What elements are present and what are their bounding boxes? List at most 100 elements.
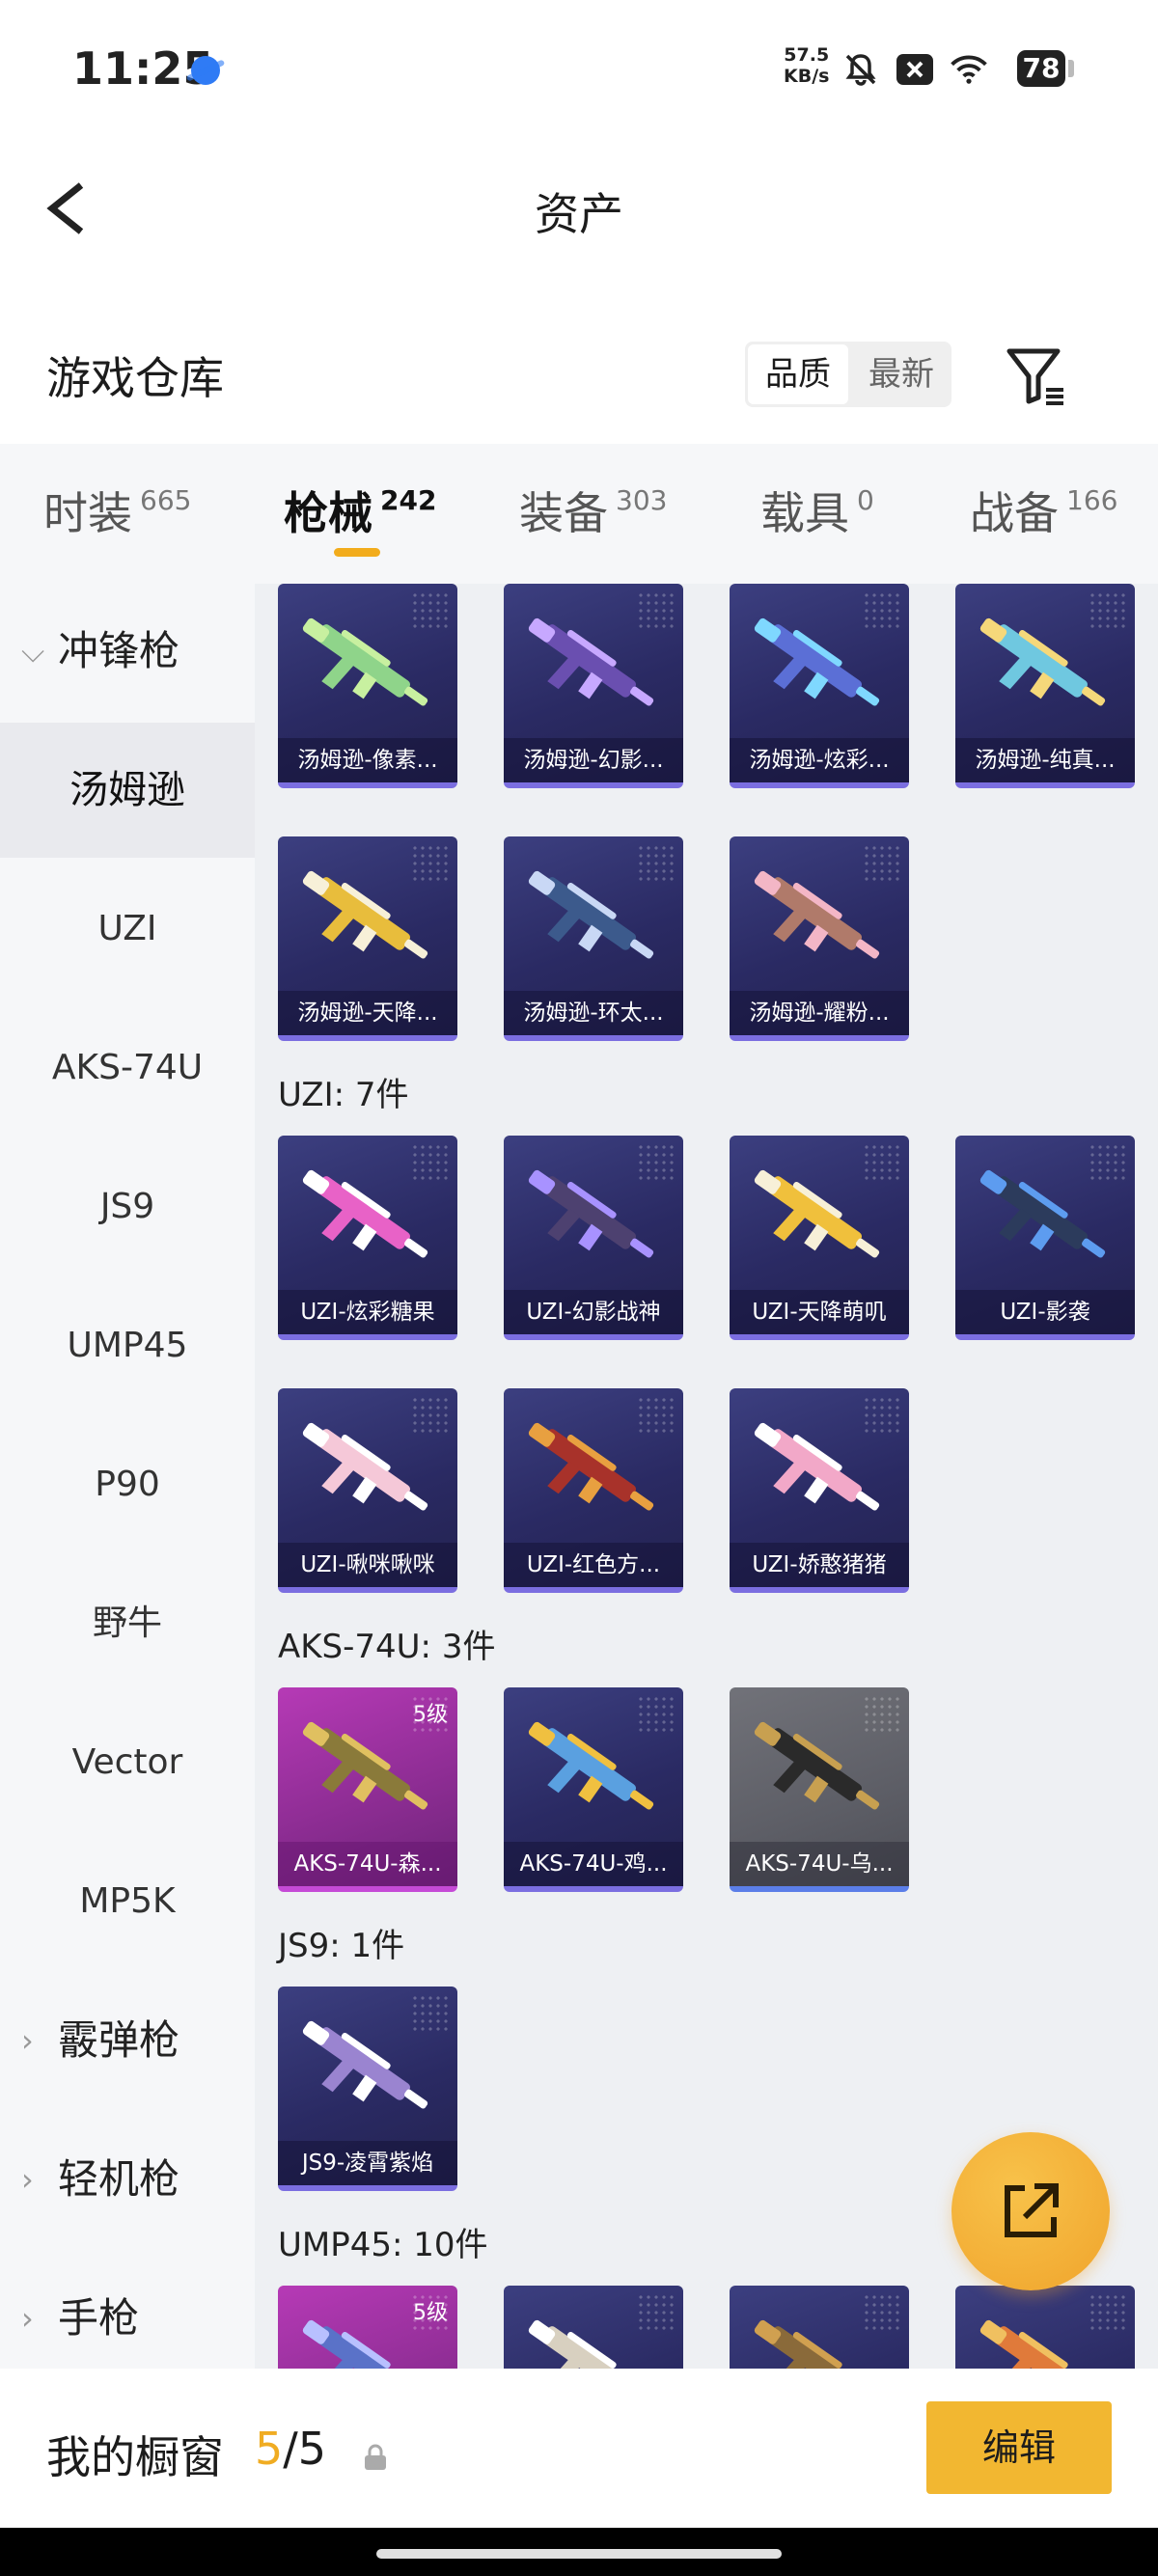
weapon-skin-name: UZI-影袭 xyxy=(955,1290,1135,1334)
tab-guns[interactable]: 枪械 242 xyxy=(284,479,436,542)
weapon-skin-card[interactable] xyxy=(955,2286,1135,2369)
sidebar-item-bizon[interactable]: 野牛 xyxy=(0,1556,255,1691)
network-speed-unit: KB/s xyxy=(784,66,830,87)
weapon-skin-card[interactable]: UZI-幻影战神 xyxy=(504,1136,683,1340)
share-button[interactable] xyxy=(951,2132,1110,2290)
sidebar-item-label: 轻机枪 xyxy=(58,2155,180,2203)
weapon-type-sidebar: ⌵ 冲锋枪 汤姆逊 UZI AKS-74U JS9 UMP45 P90 野牛 Ve… xyxy=(0,584,255,2369)
sidebar-item-ump45[interactable]: UMP45 xyxy=(0,1278,255,1413)
gun-skin-icon xyxy=(302,617,428,706)
weapon-skin-name: 汤姆逊-纯真... xyxy=(955,738,1135,782)
close-box-icon xyxy=(896,50,934,89)
sidebar-group-lmg[interactable]: › 轻机枪 xyxy=(0,2112,255,2247)
sidebar-item-uzi[interactable]: UZI xyxy=(0,862,255,997)
tab-label: 装备 xyxy=(519,487,608,539)
sort-option-quality[interactable]: 品质 xyxy=(748,344,848,404)
weapon-skin-card[interactable]: 汤姆逊-耀粉... xyxy=(730,836,909,1041)
gun-skin-icon xyxy=(302,1169,428,1258)
uzi-row-1: UZI-炫彩糖果 UZI-幻影战神 UZI-天降萌叽 UZI-影袭 xyxy=(278,1136,1135,1340)
sidebar-group-pistol[interactable]: › 手枪 xyxy=(0,2251,255,2386)
weapon-skin-card[interactable]: UZI-啾咪啾咪 xyxy=(278,1388,457,1593)
showcase-bar: 我的橱窗 5/5 编辑 xyxy=(0,2369,1158,2528)
page-title: 资产 xyxy=(535,188,623,240)
sidebar-item-label: 冲锋枪 xyxy=(58,627,180,674)
sort-option-newest[interactable]: 最新 xyxy=(851,342,951,407)
weapon-skin-card[interactable]: 5级 AKS-74U-森... xyxy=(278,1687,457,1892)
weapon-skin-card[interactable]: 汤姆逊-纯真... xyxy=(955,584,1135,788)
lock-icon xyxy=(365,2444,386,2470)
thompson-row-1: 汤姆逊-像素... 汤姆逊-幻影... 汤姆逊-炫彩... 汤姆逊-纯真... xyxy=(278,584,1135,788)
sidebar-item-js9[interactable]: JS9 xyxy=(0,1139,255,1274)
js9-row-1: JS9-凌霄紫焰 xyxy=(278,1987,457,2191)
warehouse-header: 游戏仓库 品质 最新 xyxy=(0,318,1158,434)
tab-label: 战备 xyxy=(970,487,1059,539)
weapon-skin-card[interactable]: UZI-天降萌叽 xyxy=(730,1136,909,1340)
weapon-skin-name: UZI-娇憨猪猪 xyxy=(730,1543,909,1587)
sidebar-item-aks74u[interactable]: AKS-74U xyxy=(0,1000,255,1136)
sidebar-group-shotgun[interactable]: › 霰弹枪 xyxy=(0,1973,255,2108)
tab-label: 载具 xyxy=(760,487,849,539)
tab-count: 242 xyxy=(380,484,437,516)
sidebar-item-label: 手枪 xyxy=(58,2294,140,2342)
network-speed: 57.5 KB/s xyxy=(784,44,829,87)
gun-skin-icon xyxy=(302,2020,428,2109)
gun-skin-icon xyxy=(979,1169,1106,1258)
weapon-skin-card[interactable]: 汤姆逊-像素... xyxy=(278,584,457,788)
weapon-skin-name: AKS-74U-鸡... xyxy=(504,1842,683,1886)
filter-icon xyxy=(1006,348,1063,405)
weapon-skin-card[interactable]: JS9-凌霄紫焰 xyxy=(278,1987,457,2191)
sidebar-item-vector[interactable]: Vector xyxy=(0,1695,255,1830)
weapon-skin-name: 汤姆逊-幻影... xyxy=(504,738,683,782)
weapon-skin-name: 汤姆逊-天降... xyxy=(278,991,457,1035)
chevron-right-icon: › xyxy=(21,2300,34,2337)
home-indicator[interactable] xyxy=(376,2549,782,2559)
weapon-skin-card[interactable]: UZI-炫彩糖果 xyxy=(278,1136,457,1340)
weapon-skin-name: UZI-啾咪啾咪 xyxy=(278,1543,457,1587)
chevron-right-icon: › xyxy=(21,2022,34,2059)
sidebar-item-p90[interactable]: P90 xyxy=(0,1417,255,1552)
weapon-skin-card[interactable] xyxy=(504,2286,683,2369)
gun-skin-icon xyxy=(754,1721,880,1810)
weapon-skin-card[interactable]: 5级 xyxy=(278,2286,457,2369)
tab-supplies[interactable]: 战备 166 xyxy=(970,479,1117,542)
weapon-skin-name: 汤姆逊-耀粉... xyxy=(730,991,909,1035)
weapon-skin-card[interactable]: UZI-影袭 xyxy=(955,1136,1135,1340)
sidebar-item-mp5k[interactable]: MP5K xyxy=(0,1834,255,1969)
weapon-skin-card[interactable]: 汤姆逊-炫彩... xyxy=(730,584,909,788)
tab-equipment[interactable]: 装备 303 xyxy=(519,479,667,542)
gun-skin-icon xyxy=(528,1422,654,1511)
weapon-skin-name: 汤姆逊-炫彩... xyxy=(730,738,909,782)
warehouse-title: 游戏仓库 xyxy=(46,352,224,404)
gun-skin-icon xyxy=(528,617,654,706)
tab-count: 0 xyxy=(857,484,874,516)
weapon-skin-card[interactable]: UZI-娇憨猪猪 xyxy=(730,1388,909,1593)
weapon-skin-card[interactable] xyxy=(730,2286,909,2369)
weapon-skin-card[interactable]: 汤姆逊-天降... xyxy=(278,836,457,1041)
weapon-skin-card[interactable]: AKS-74U-鸡... xyxy=(504,1687,683,1892)
tab-fashion[interactable]: 时装 665 xyxy=(43,479,191,542)
weapon-skin-card[interactable]: AKS-74U-乌... xyxy=(730,1687,909,1892)
weapon-skin-name: AKS-74U-乌... xyxy=(730,1842,909,1886)
tab-label: 枪械 xyxy=(284,487,372,539)
gun-skin-icon xyxy=(754,2319,862,2369)
weapon-skin-name: JS9-凌霄紫焰 xyxy=(278,2141,457,2185)
weapon-skin-name: UZI-红色方... xyxy=(504,1543,683,1587)
nav-header: 资产 xyxy=(0,145,1158,270)
weapon-skin-card[interactable]: 汤姆逊-环太... xyxy=(504,836,683,1041)
weapon-skin-name: UZI-天降萌叽 xyxy=(730,1290,909,1334)
tab-vehicles[interactable]: 载具 0 xyxy=(760,479,874,542)
level-badge: 5级 xyxy=(413,1703,448,1727)
tab-count: 665 xyxy=(140,484,192,516)
sidebar-group-smg[interactable]: ⌵ 冲锋枪 xyxy=(0,584,255,719)
weapon-skin-card[interactable]: UZI-红色方... xyxy=(504,1388,683,1593)
gun-skin-icon xyxy=(528,1169,654,1258)
filter-button[interactable] xyxy=(1004,343,1071,411)
edit-button[interactable]: 编辑 xyxy=(926,2401,1112,2494)
gun-skin-icon xyxy=(302,870,428,959)
sidebar-item-thompson[interactable]: 汤姆逊 xyxy=(0,723,255,858)
showcase-count: 5/5 xyxy=(255,2423,326,2475)
wifi-icon xyxy=(950,50,988,89)
weapon-skin-name: UZI-炫彩糖果 xyxy=(278,1290,457,1334)
weapon-skin-card[interactable]: 汤姆逊-幻影... xyxy=(504,584,683,788)
category-tabs: 时装 665 枪械 242 装备 303 载具 0 战备 166 xyxy=(0,444,1158,584)
